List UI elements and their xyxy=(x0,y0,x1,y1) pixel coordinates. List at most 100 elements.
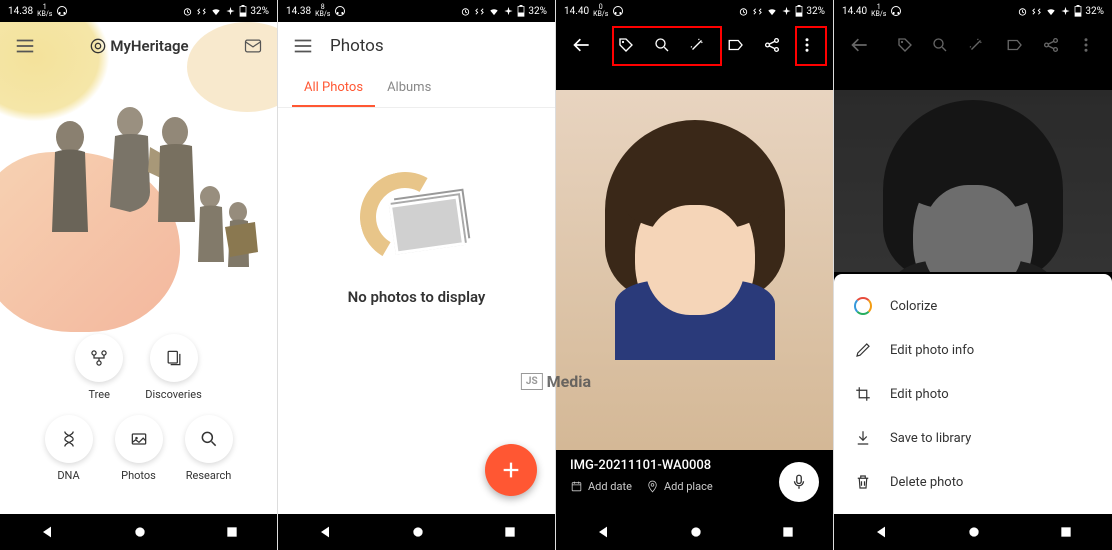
page-title: Photos xyxy=(330,36,384,56)
menu-colorize[interactable]: Colorize xyxy=(834,284,1112,328)
status-bar: 14.40 0KB/s 32% xyxy=(556,0,833,22)
android-nav-bar xyxy=(0,514,277,550)
colorize-icon xyxy=(854,297,872,315)
add-place-button[interactable]: Add place xyxy=(646,480,713,493)
headset-icon xyxy=(890,5,902,17)
highlight-box xyxy=(612,26,722,66)
recent-button[interactable] xyxy=(781,525,795,539)
back-button[interactable] xyxy=(844,27,876,63)
tab-albums[interactable]: Albums xyxy=(375,70,443,107)
screen-photo-menu: 14.40 1KB/s 32% xyxy=(834,0,1112,550)
wifi-icon xyxy=(766,6,778,17)
recent-button[interactable] xyxy=(225,525,239,539)
vibrate-icon xyxy=(1031,6,1042,17)
status-time: 14.38 xyxy=(286,6,311,17)
home-button[interactable] xyxy=(132,524,148,540)
label-button[interactable] xyxy=(721,27,752,63)
menu-edit-photo[interactable]: Edit photo xyxy=(834,372,1112,416)
back-button[interactable] xyxy=(566,27,597,63)
crop-icon xyxy=(854,385,872,403)
share-icon xyxy=(1042,36,1060,54)
menu-delete[interactable]: Delete photo xyxy=(834,460,1112,504)
highlight-box xyxy=(795,26,827,66)
tree-icon xyxy=(89,348,109,368)
photo-viewer[interactable] xyxy=(556,90,833,450)
back-button[interactable] xyxy=(39,524,55,540)
discoveries-icon xyxy=(164,348,184,368)
screen-photos-list: 14.38 8KB/s 32% Photos All Photos Albums xyxy=(278,0,556,550)
add-photo-fab[interactable] xyxy=(485,444,537,496)
nav-label: Tree xyxy=(89,388,110,401)
empty-state: No photos to display xyxy=(278,172,555,306)
back-button[interactable] xyxy=(317,524,333,540)
empty-state-text: No photos to display xyxy=(278,288,555,306)
menu-icon[interactable] xyxy=(292,35,314,57)
mic-icon xyxy=(790,473,808,491)
vibrate-icon xyxy=(474,6,485,17)
nav-research[interactable]: Research xyxy=(185,415,233,482)
android-nav-bar xyxy=(834,514,1112,550)
menu-icon[interactable] xyxy=(14,35,36,57)
arrow-left-icon xyxy=(850,35,870,55)
label-icon xyxy=(1006,36,1024,54)
share-button[interactable] xyxy=(756,27,787,63)
tab-all-photos[interactable]: All Photos xyxy=(292,70,375,107)
home-button[interactable] xyxy=(688,524,704,540)
nav-photos[interactable]: Photos xyxy=(115,415,163,482)
mail-icon[interactable] xyxy=(243,36,263,56)
arrow-left-icon xyxy=(572,35,592,55)
battery-percent: 32% xyxy=(528,6,547,17)
share-icon xyxy=(763,36,781,54)
download-icon xyxy=(854,429,872,447)
dna-icon xyxy=(59,429,79,449)
airplane-icon xyxy=(225,6,236,17)
recent-button[interactable] xyxy=(1059,525,1073,539)
wifi-icon xyxy=(488,6,500,17)
alarm-icon xyxy=(182,6,193,17)
battery-percent: 32% xyxy=(1085,6,1104,17)
headset-icon xyxy=(334,5,346,17)
bottom-sheet-menu: Colorize Edit photo info Edit photo Save… xyxy=(834,274,1112,514)
photo-viewer-dimmed xyxy=(834,90,1112,272)
plus-icon xyxy=(500,459,522,481)
wifi-icon xyxy=(1045,6,1057,17)
pencil-icon xyxy=(854,341,872,359)
share-button[interactable] xyxy=(1035,27,1067,63)
menu-save[interactable]: Save to library xyxy=(834,416,1112,460)
nav-discoveries[interactable]: Discoveries xyxy=(145,334,202,401)
wifi-icon xyxy=(210,6,222,17)
android-nav-bar xyxy=(278,514,555,550)
nav-tree[interactable]: Tree xyxy=(75,334,123,401)
battery-icon xyxy=(1074,5,1082,17)
family-illustration xyxy=(20,92,260,292)
back-button[interactable] xyxy=(873,524,889,540)
search-icon xyxy=(931,36,949,54)
search-icon xyxy=(199,429,219,449)
wand-button[interactable] xyxy=(960,27,992,63)
label-button[interactable] xyxy=(999,27,1031,63)
airplane-icon xyxy=(1060,6,1071,17)
watermark: JS Media xyxy=(521,372,591,391)
battery-icon xyxy=(517,5,525,17)
trash-icon xyxy=(854,473,872,491)
vibrate-icon xyxy=(196,6,207,17)
voice-button[interactable] xyxy=(779,462,819,502)
recent-button[interactable] xyxy=(503,525,517,539)
menu-edit-info[interactable]: Edit photo info xyxy=(834,328,1112,372)
battery-icon xyxy=(239,5,247,17)
status-time: 14.40 xyxy=(842,6,867,17)
status-bar: 14.38 1KB/s 32% xyxy=(0,0,277,22)
back-button[interactable] xyxy=(595,524,611,540)
tag-button[interactable] xyxy=(889,27,921,63)
zoom-button[interactable] xyxy=(924,27,956,63)
home-button[interactable] xyxy=(966,524,982,540)
alarm-icon xyxy=(1017,6,1028,17)
add-date-button[interactable]: Add date xyxy=(570,480,632,493)
nav-label: Research xyxy=(186,469,232,482)
status-time: 14.40 xyxy=(564,6,589,17)
airplane-icon xyxy=(781,6,792,17)
more-button[interactable] xyxy=(1070,27,1102,63)
home-button[interactable] xyxy=(410,524,426,540)
nav-dna[interactable]: DNA xyxy=(45,415,93,482)
battery-percent: 32% xyxy=(250,6,269,17)
